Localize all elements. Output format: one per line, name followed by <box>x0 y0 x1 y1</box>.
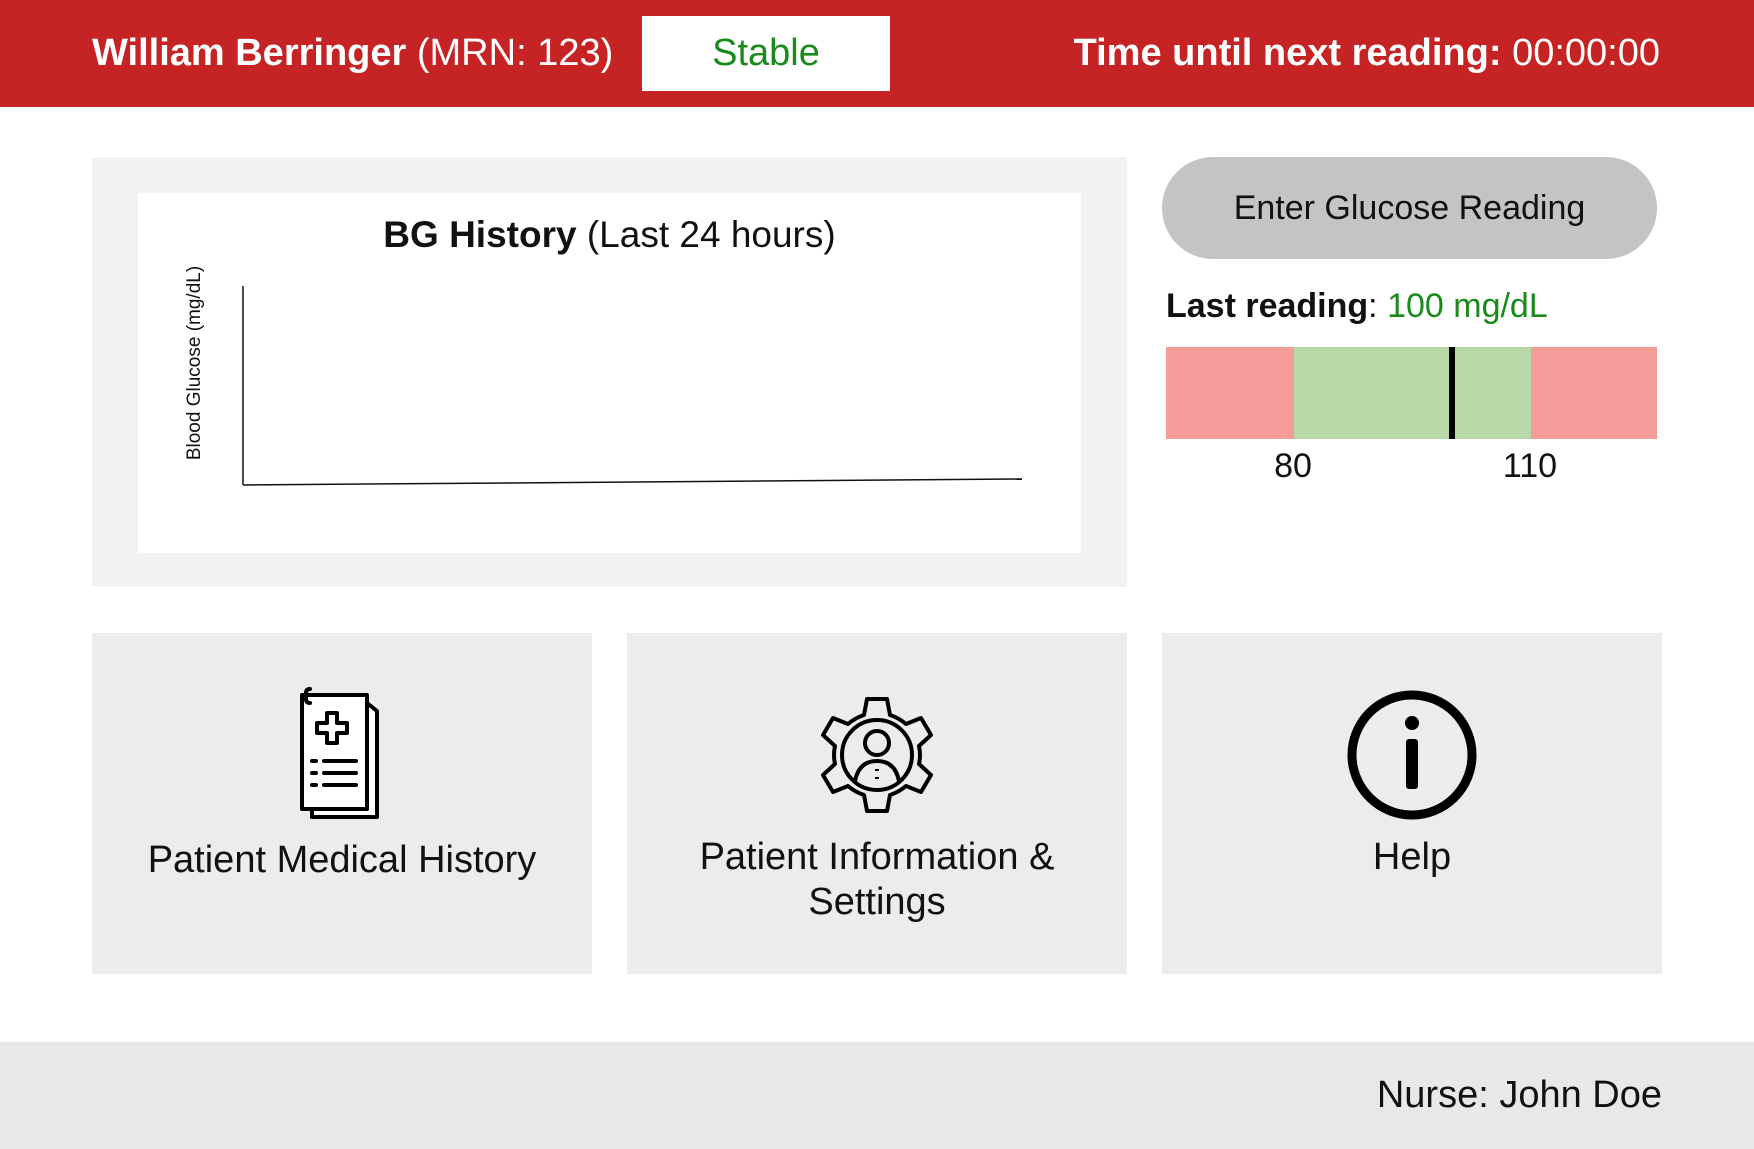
gauge-low-threshold: 80 <box>1274 447 1312 485</box>
bg-history-chart: BG History (Last 24 hours) Blood Glucose… <box>138 193 1081 553</box>
gauge-high-threshold: 110 <box>1502 447 1558 485</box>
tile-label-patient-info-line1: Patient Information & <box>699 836 1055 878</box>
user-settings-gear-icon <box>821 697 933 813</box>
timer-value: 00:00:00 <box>1512 32 1660 74</box>
info-icon <box>1347 690 1477 820</box>
timer-label: Time until next reading: <box>1073 32 1502 74</box>
bg-history-panel: BG History (Last 24 hours) Blood Glucose… <box>92 157 1127 587</box>
chart-y-axis-label: Blood Glucose (mg/dL) <box>184 266 205 460</box>
next-reading-timer: Time until next reading: 00:00:00 <box>1074 30 1660 76</box>
last-reading: Last reading: 100 mg/dL <box>1166 284 1548 328</box>
patient-identity: William Berringer (MRN: 123) <box>92 30 613 76</box>
gauge-high-zone <box>1531 347 1657 439</box>
enter-glucose-reading-button[interactable]: Enter Glucose Reading <box>1162 157 1657 259</box>
patient-header: William Berringer (MRN: 123) Stable Time… <box>0 0 1754 107</box>
last-reading-separator: : <box>1368 287 1378 325</box>
last-reading-label: Last reading <box>1166 287 1369 325</box>
patient-name: William Berringer <box>92 32 407 74</box>
last-reading-value: 100 mg/dL <box>1387 287 1548 325</box>
patient-information-settings-button[interactable]: Patient Information & Settings <box>627 633 1127 974</box>
status-badge: Stable <box>642 16 890 91</box>
footer-bar: Nurse: John Doe <box>0 1042 1754 1149</box>
tile-label-medical-history: Patient Medical History <box>147 839 537 881</box>
patient-medical-history-button[interactable]: Patient Medical History <box>92 633 592 974</box>
gauge-low-zone <box>1166 347 1294 439</box>
tile-label-help: Help <box>1372 836 1452 878</box>
gauge-current-marker <box>1449 347 1455 439</box>
glucose-range-gauge <box>1166 347 1657 439</box>
nurse-name: Nurse: John Doe <box>1376 1074 1662 1116</box>
medical-record-icon <box>300 687 379 819</box>
chart-x-axis <box>242 478 1023 486</box>
gauge-target-zone <box>1294 347 1531 439</box>
tile-label-patient-info-line2: Settings <box>808 881 946 923</box>
chart-plot-area: Blood Glucose (mg/dL) <box>184 266 1023 486</box>
help-button[interactable]: Help <box>1162 633 1662 974</box>
patient-mrn: (MRN: 123) <box>416 32 614 74</box>
